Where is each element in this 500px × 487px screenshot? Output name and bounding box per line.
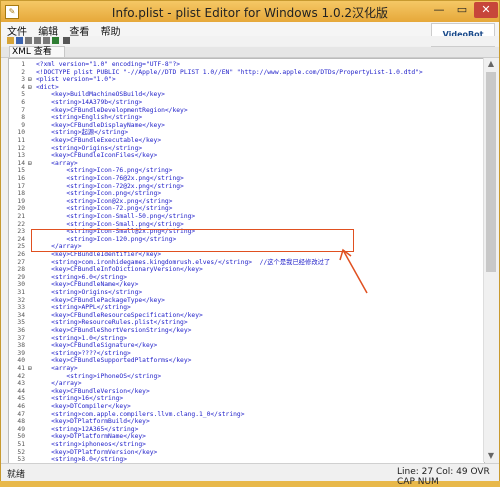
status-ready: 就绪: [7, 467, 25, 480]
status-bar: 就绪 Line: 27 Col: 49 OVR CAP NUM: [1, 463, 499, 481]
app-window: ✎ Info.plist - plist Editor for Windows …: [0, 0, 500, 481]
annotation-arrow-icon: [1, 1, 500, 482]
cursor-position: Line: 27 Col: 49 OVR CAP NUM: [397, 467, 499, 487]
